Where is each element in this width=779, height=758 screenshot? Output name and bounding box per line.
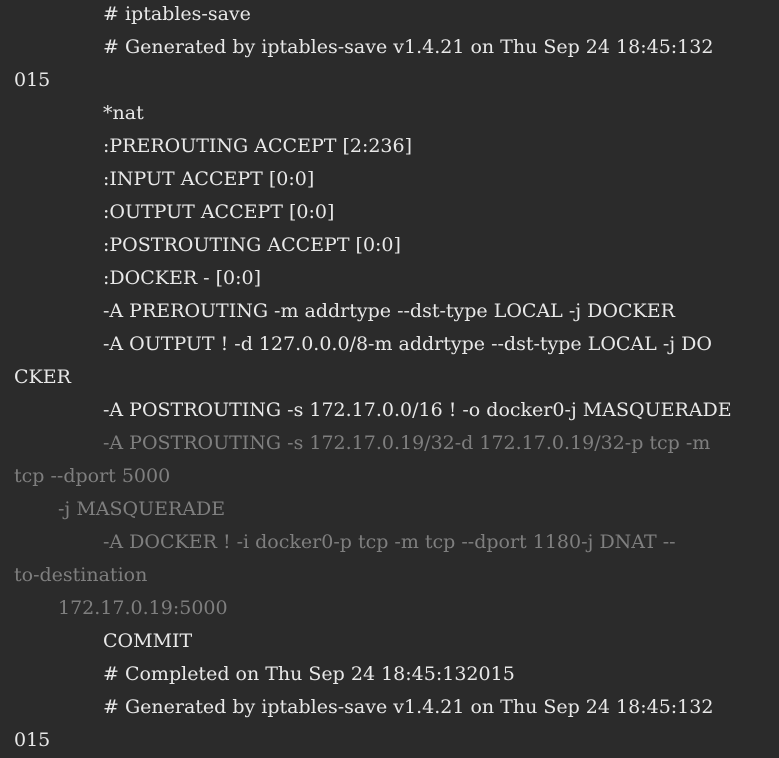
code-line: 015 bbox=[14, 729, 51, 751]
code-line-dim: -A DOCKER ! -i docker0-p tcp -m tcp --dp… bbox=[103, 531, 676, 553]
code-line: CKER bbox=[14, 366, 71, 388]
code-line: :OUTPUT ACCEPT [0:0] bbox=[103, 201, 335, 223]
code-line: # Generated by iptables-save v1.4.21 on … bbox=[103, 36, 714, 58]
code-line-dim: tcp --dport 5000 bbox=[14, 465, 171, 487]
code-line-dim: -j MASQUERADE bbox=[58, 498, 226, 520]
code-line: *nat bbox=[103, 102, 144, 124]
code-line: :DOCKER - [0:0] bbox=[103, 267, 262, 289]
code-line: # iptables-save bbox=[103, 3, 251, 25]
code-line: COMMIT bbox=[103, 630, 193, 652]
code-line-dim: -A POSTROUTING -s 172.17.0.19/32-d 172.1… bbox=[103, 432, 711, 454]
code-line: -A POSTROUTING -s 172.17.0.0/16 ! -o doc… bbox=[103, 399, 732, 421]
code-line: -A OUTPUT ! -d 127.0.0.0/8-m addrtype --… bbox=[103, 333, 712, 355]
terminal-window: # iptables-save # Generated by iptables-… bbox=[0, 0, 779, 758]
code-line: :POSTROUTING ACCEPT [0:0] bbox=[103, 234, 401, 256]
code-line: # Generated by iptables-save v1.4.21 on … bbox=[103, 696, 714, 718]
code-line: # Completed on Thu Sep 24 18:45:132015 bbox=[103, 663, 515, 685]
iptables-output: # iptables-save # Generated by iptables-… bbox=[0, 0, 779, 758]
code-line: 015 bbox=[14, 69, 51, 91]
code-line-dim: to-destination bbox=[14, 564, 148, 586]
code-line-dim: 172.17.0.19:5000 bbox=[58, 597, 228, 619]
code-line: :INPUT ACCEPT [0:0] bbox=[103, 168, 315, 190]
code-line: -A PREROUTING -m addrtype --dst-type LOC… bbox=[103, 300, 675, 322]
code-line: :PREROUTING ACCEPT [2:236] bbox=[103, 135, 413, 157]
